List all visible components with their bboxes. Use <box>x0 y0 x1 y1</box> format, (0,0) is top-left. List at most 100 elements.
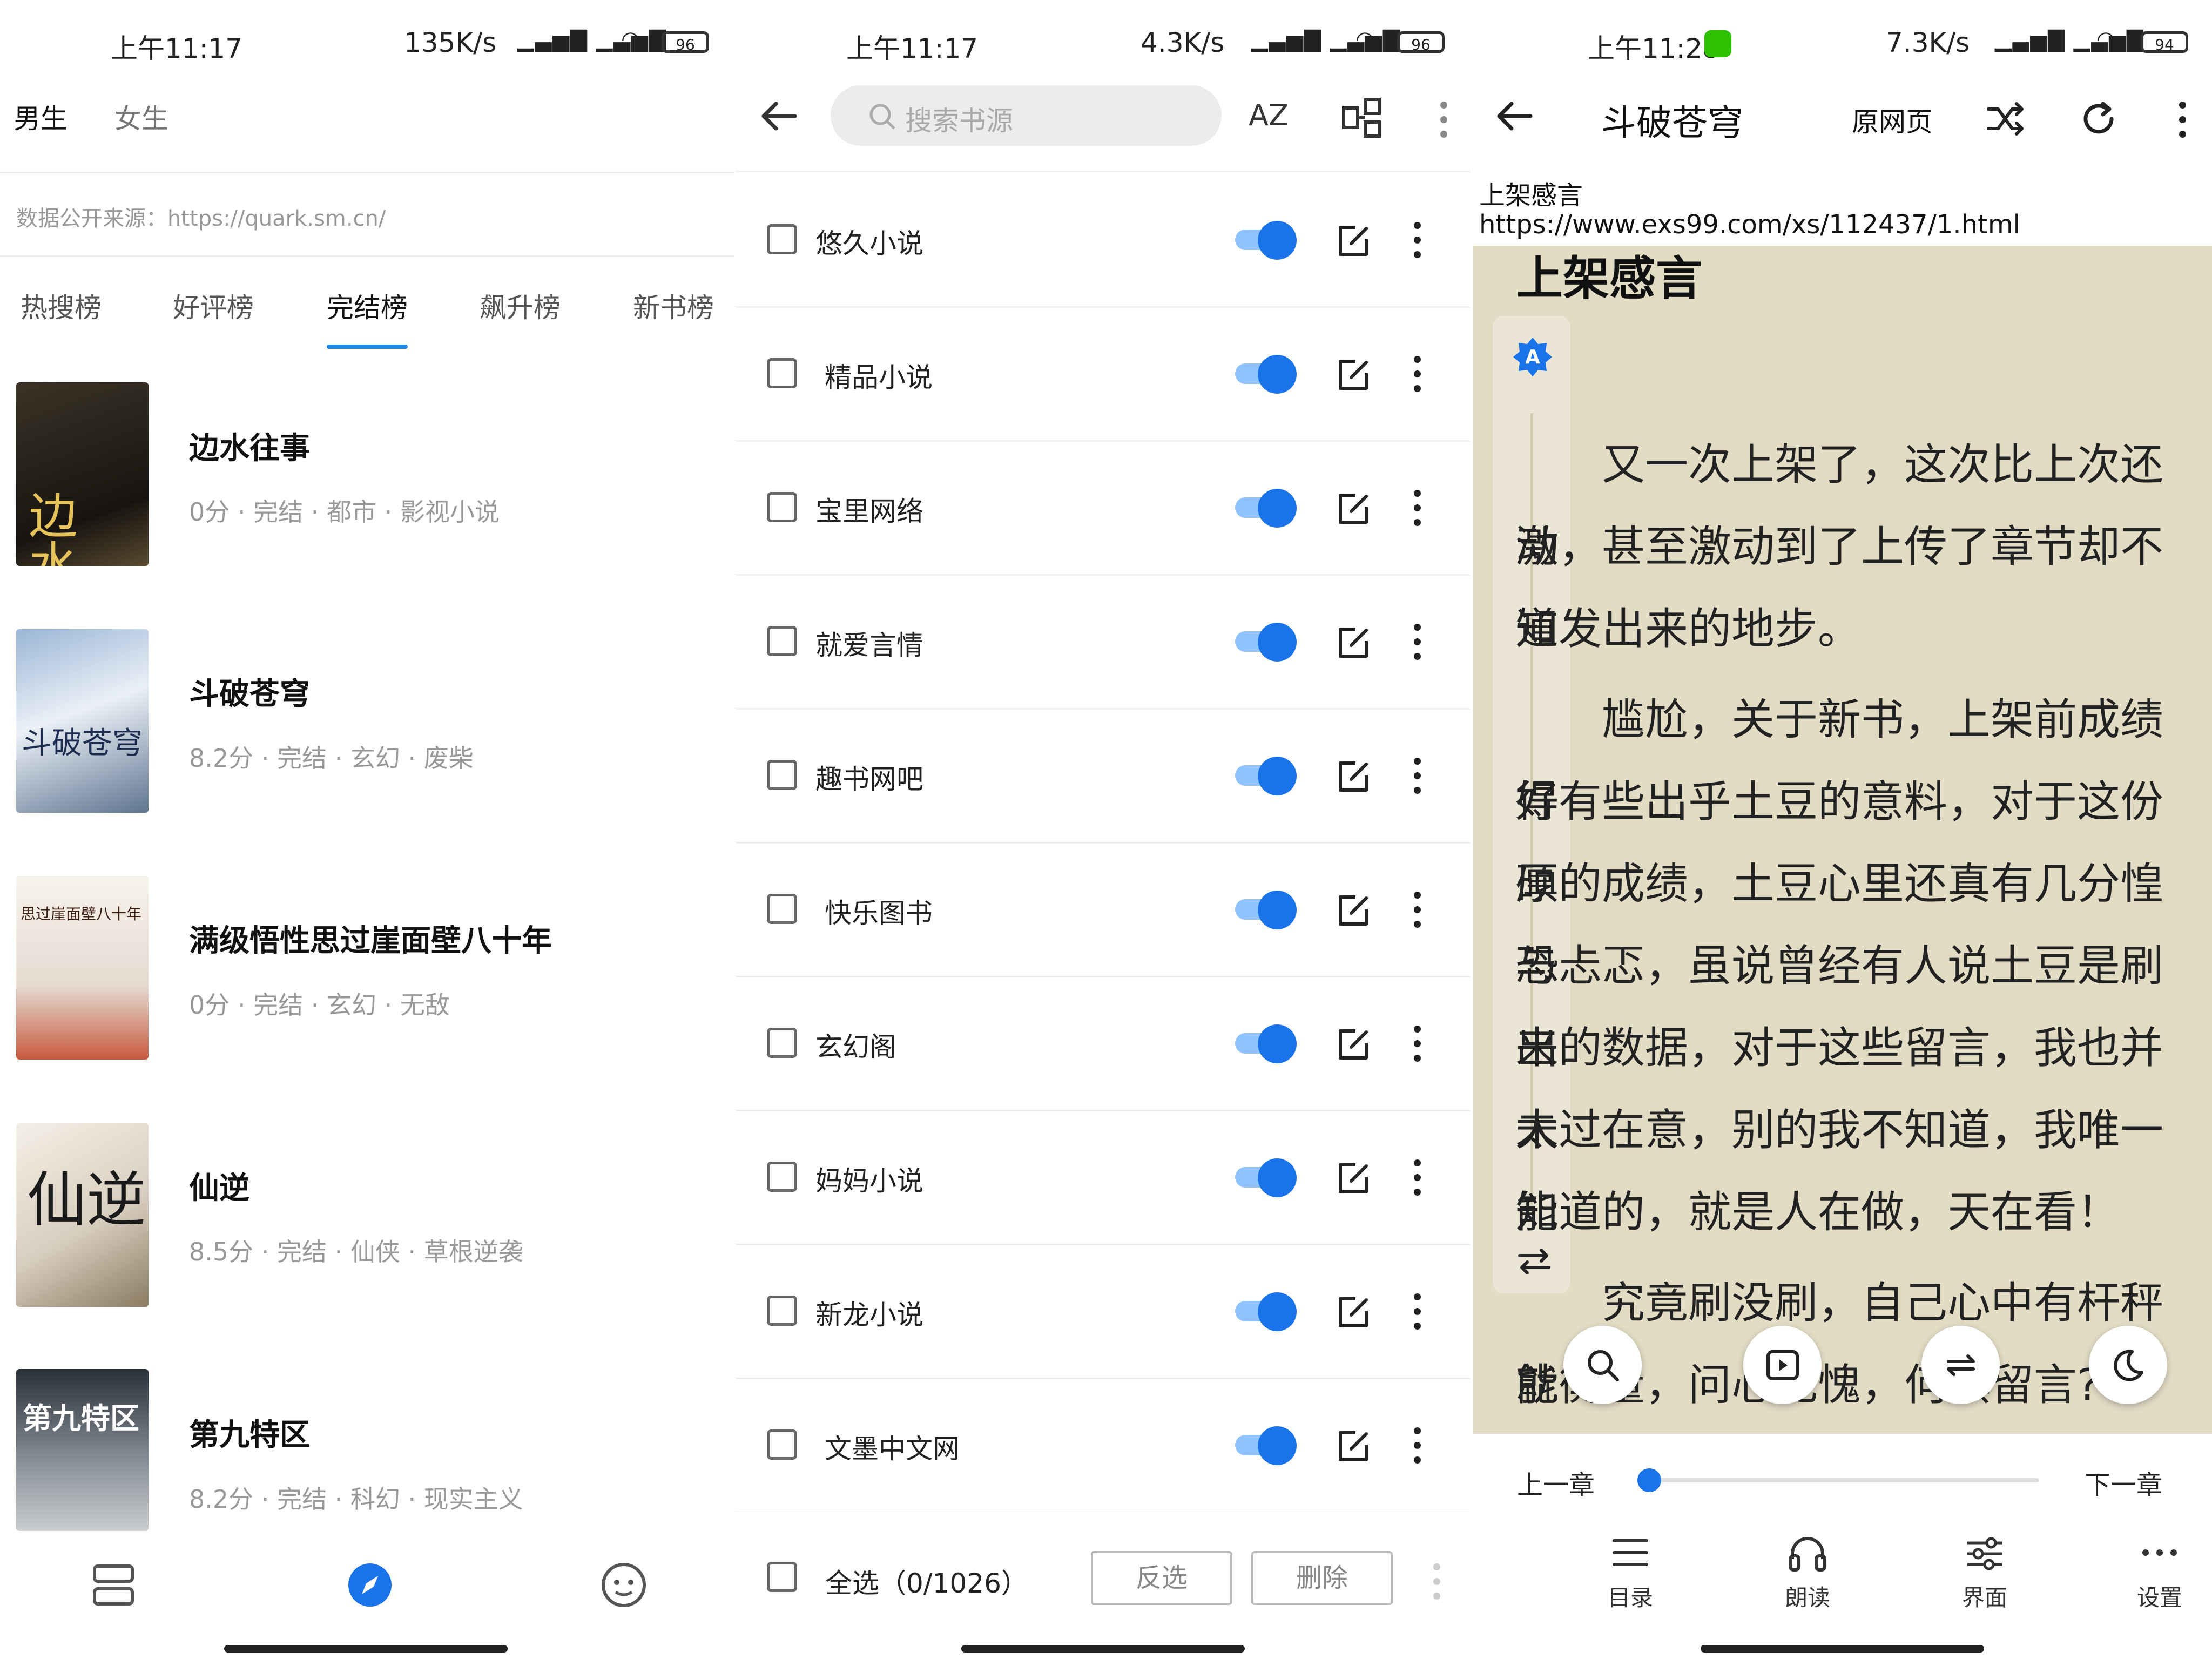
tab-hot-search[interactable]: 热搜榜 <box>21 286 102 325</box>
source-more-icon[interactable] <box>1414 1026 1421 1069</box>
replace-button[interactable] <box>1921 1326 2000 1404</box>
source-more-icon[interactable] <box>1414 1427 1421 1471</box>
prev-chapter-button[interactable]: 上一章 <box>1517 1464 1595 1501</box>
source-row[interactable]: 就爱言情 <box>736 574 1470 710</box>
source-enable-toggle[interactable] <box>1235 623 1297 662</box>
source-checkbox[interactable] <box>767 224 797 254</box>
more-options-icon[interactable] <box>1440 102 1448 145</box>
source-more-icon[interactable] <box>1414 490 1421 534</box>
tab-new-books[interactable]: 新书榜 <box>633 286 714 325</box>
toc-button[interactable]: 目录 <box>1576 1531 1684 1613</box>
source-enable-toggle[interactable] <box>1235 1426 1297 1465</box>
source-enable-toggle[interactable] <box>1235 891 1297 929</box>
signal-icon: ▁▃▅▇ ▁▃▅▇ <box>1995 27 2144 52</box>
sort-az-button[interactable]: AZ <box>1249 98 1289 132</box>
source-checkbox[interactable] <box>767 1429 797 1460</box>
edit-icon[interactable] <box>1334 1293 1372 1331</box>
source-checkbox[interactable] <box>767 760 797 790</box>
edit-icon[interactable] <box>1334 490 1372 528</box>
source-more-icon[interactable] <box>1414 624 1421 667</box>
back-arrow-icon[interactable] <box>757 97 800 135</box>
tab-completed[interactable]: 完结榜 <box>327 286 408 325</box>
auto-page-button[interactable] <box>1743 1326 1822 1404</box>
discover-icon[interactable] <box>346 1561 394 1609</box>
edit-icon[interactable] <box>1334 356 1372 394</box>
edit-icon[interactable] <box>1334 758 1372 795</box>
source-checkbox[interactable] <box>767 1028 797 1058</box>
search-input[interactable]: 搜索书源 <box>831 85 1222 146</box>
edit-icon[interactable] <box>1334 624 1372 662</box>
source-checkbox[interactable] <box>767 1162 797 1192</box>
search-placeholder: 搜索书源 <box>905 105 1013 137</box>
source-checkbox[interactable] <box>767 358 797 388</box>
book-title: 仙逆 <box>189 1171 249 1206</box>
read-aloud-label: 朗读 <box>1784 1584 1830 1611</box>
edit-icon[interactable] <box>1334 222 1372 260</box>
group-icon[interactable] <box>1340 96 1384 139</box>
more-options-icon[interactable] <box>2179 102 2187 145</box>
select-all-checkbox[interactable] <box>767 1562 797 1592</box>
shuffle-source-icon[interactable] <box>1984 97 2027 140</box>
source-row[interactable]: 悠久小说 <box>736 172 1470 308</box>
source-row[interactable]: 妈妈小说 <box>736 1110 1470 1245</box>
source-enable-toggle[interactable] <box>1235 1158 1297 1197</box>
source-more-icon[interactable] <box>1414 1159 1421 1203</box>
reading-area[interactable]: 上架感言 A 又一次上架了，这次比上次还激 动，甚至激动到了上传了章节却不知 道发出… <box>1473 246 2212 1434</box>
cover-title: 第九特区 <box>23 1401 139 1435</box>
source-row[interactable]: 玄幻阁 <box>736 976 1470 1111</box>
progress-thumb[interactable] <box>1637 1468 1661 1492</box>
edit-icon[interactable] <box>1334 1159 1372 1197</box>
edit-icon[interactable] <box>1334 892 1372 929</box>
source-more-icon[interactable] <box>1414 222 1421 266</box>
source-row[interactable]: 精品小说 <box>736 306 1470 442</box>
next-chapter-button[interactable]: 下一章 <box>2085 1464 2162 1501</box>
invert-selection-button[interactable]: 反选 <box>1091 1551 1232 1605</box>
edit-icon[interactable] <box>1334 1026 1372 1063</box>
source-name: 就爱言情 <box>815 630 923 661</box>
wifi-icon: ◠ <box>621 27 641 52</box>
settings-button[interactable]: 设置 <box>2106 1531 2212 1613</box>
gender-tab-female[interactable]: 女生 <box>114 97 168 136</box>
delete-button[interactable]: 删除 <box>1251 1551 1393 1605</box>
more-options-icon[interactable] <box>1433 1563 1441 1607</box>
gender-tab-male[interactable]: 男生 <box>14 97 68 136</box>
source-enable-toggle[interactable] <box>1235 1292 1297 1331</box>
edit-icon[interactable] <box>1334 1427 1372 1465</box>
source-more-icon[interactable] <box>1414 1293 1421 1337</box>
source-checkbox[interactable] <box>767 626 797 656</box>
back-arrow-icon[interactable] <box>1493 97 1536 135</box>
search-icon <box>869 104 895 130</box>
cover-art: 边水往事 <box>21 490 77 566</box>
search-button[interactable] <box>1563 1326 1642 1404</box>
source-checkbox[interactable] <box>767 1296 797 1326</box>
source-more-icon[interactable] <box>1414 356 1421 400</box>
source-enable-toggle[interactable] <box>1235 757 1297 795</box>
tab-top-rated[interactable]: 好评榜 <box>173 286 254 325</box>
profile-icon[interactable] <box>599 1561 648 1609</box>
source-checkbox[interactable] <box>767 894 797 924</box>
source-enable-toggle[interactable] <box>1235 221 1297 260</box>
tab-rising[interactable]: 飙升榜 <box>480 286 561 325</box>
read-aloud-button[interactable]: 朗读 <box>1754 1531 1862 1613</box>
source-row[interactable]: 趣书网吧 <box>736 708 1470 844</box>
source-enable-toggle[interactable] <box>1235 1024 1297 1063</box>
source-row[interactable]: 文墨中文网 <box>736 1378 1470 1513</box>
source-name: 文墨中文网 <box>825 1433 960 1465</box>
sliders-icon <box>1967 1537 2002 1570</box>
source-more-icon[interactable] <box>1414 758 1421 801</box>
source-row[interactable]: 快乐图书 <box>736 842 1470 977</box>
source-more-icon[interactable] <box>1414 892 1421 935</box>
interface-button[interactable]: 界面 <box>1931 1531 2039 1613</box>
status-bar: 上午11:17 4.3K/s ▁▃▅▇ ▁▃▅▇ ◠ 96 <box>736 22 1470 65</box>
night-mode-button[interactable] <box>2089 1326 2167 1404</box>
refresh-icon[interactable] <box>2077 97 2120 140</box>
source-row[interactable]: 宝里网络 <box>736 440 1470 576</box>
font-badge-label: A <box>1525 346 1540 368</box>
source-row[interactable]: 新龙小说 <box>736 1244 1470 1379</box>
bookshelf-icon[interactable] <box>89 1561 138 1609</box>
source-checkbox[interactable] <box>767 492 797 522</box>
original-page-button[interactable]: 原网页 <box>1852 100 1933 139</box>
source-enable-toggle[interactable] <box>1235 489 1297 528</box>
chapter-progress-track[interactable] <box>1637 1468 2039 1492</box>
source-enable-toggle[interactable] <box>1235 355 1297 394</box>
